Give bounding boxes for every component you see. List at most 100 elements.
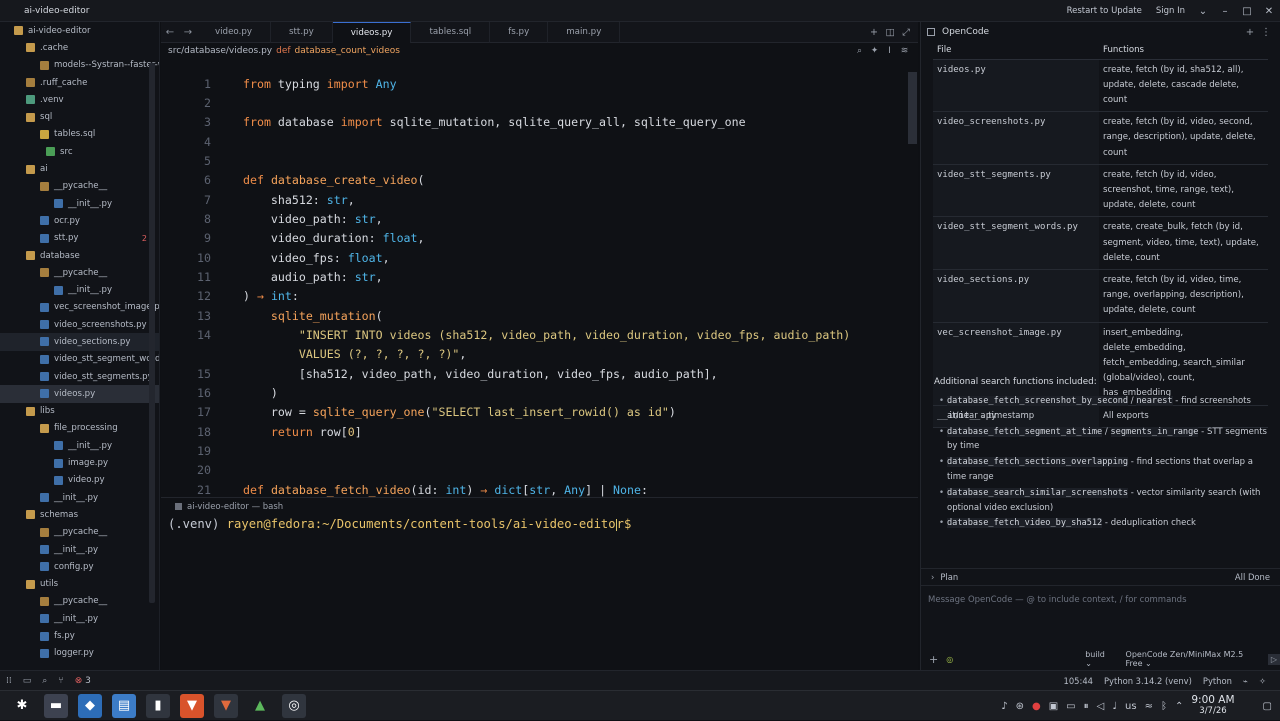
tree-item[interactable]: videos.py [0,385,159,403]
git-branch-icon[interactable]: ⑂ [58,676,63,686]
tree-item[interactable]: .cache [0,39,159,56]
bluetooth-icon[interactable]: ᛒ [1161,701,1167,712]
search-icon[interactable]: ⌕ [852,46,867,56]
zed-editor-icon[interactable]: ◎ [282,693,306,718]
terminal-tab[interactable]: ai-video-editor — bash [161,498,918,515]
send-icon[interactable]: ▷ [1267,653,1280,665]
tree-item[interactable]: __pycache__ [0,593,159,610]
tree-item[interactable]: utils [0,576,159,593]
tree-item[interactable]: fs.py [0,627,159,644]
search-icon[interactable]: ⌕ [42,676,47,686]
show-desktop-icon[interactable]: ▢ [1263,701,1272,712]
sidebar-scrollbar[interactable] [149,63,155,603]
tree-item[interactable]: config.py [0,558,159,575]
minimize-icon[interactable]: – [1214,6,1236,17]
forward-arrow-icon[interactable]: → [179,27,197,38]
app-launcher-icon[interactable]: ✱ [10,694,34,718]
bell-icon[interactable]: ♪ [1001,701,1007,712]
tree-item[interactable]: __init__.py [0,541,159,558]
language-mode[interactable]: Python [1203,676,1232,686]
tree-item[interactable]: stt.py 2 [0,230,159,247]
clock[interactable]: 9:00 AM 3/7/26 [1191,695,1234,717]
tree-item[interactable]: video_screenshots.py [0,316,159,333]
message-input[interactable]: Message OpenCode — @ to include context,… [928,595,1273,605]
tree-item[interactable]: __init__.py [0,489,159,506]
microphone-icon[interactable]: ♩ [1112,701,1117,712]
software-center-icon[interactable]: ◆ [78,693,102,718]
close-icon[interactable]: ✕ [1258,6,1280,17]
battery-icon[interactable]: ▭ [1066,701,1075,712]
layout-icon[interactable]: ⁞⁞ [6,676,12,686]
context-icon[interactable]: ◎ [946,655,953,664]
model-selector[interactable]: OpenCode Zen/MiniMax M2.5 Free ⌄ [1126,650,1259,668]
settings-sliders-icon[interactable]: ≋ [897,46,912,56]
desktop-icon[interactable]: ▬ [44,693,68,718]
terminal-panel[interactable]: ai-video-editor — bash (.venv) rayen@fed… [161,497,918,670]
tab-tables-sql[interactable]: tables.sql [411,21,491,43]
notification-icon[interactable]: ⌁ [1243,676,1248,686]
magic-wand-icon[interactable]: ✦ [867,46,882,56]
editor-scrollbar[interactable] [908,72,917,144]
sparkle-icon[interactable]: ✧ [1259,676,1266,686]
tree-item[interactable]: .ruff_cache [0,74,159,91]
breadcrumb-path[interactable]: src/database/videos.py [168,46,272,56]
tree-item[interactable]: logger.py [0,645,159,662]
plan-row[interactable]: › Plan All Done [921,568,1280,586]
python-environment[interactable]: Python 3.14.2 (venv) [1104,676,1192,686]
tree-item[interactable]: src [0,143,159,160]
tree-item[interactable]: sql [0,108,159,125]
tree-item[interactable]: __pycache__ [0,524,159,541]
maximize-icon[interactable]: □ [1236,6,1258,17]
record-icon[interactable]: ● [1032,701,1041,712]
pause-icon[interactable]: ⏸ [1084,701,1089,712]
tab-video-py[interactable]: video.py [197,21,271,43]
tree-item[interactable]: models--Systran--faster-wh [0,57,159,74]
tree-item[interactable]: __init__.py [0,437,159,454]
restart-to-update-button[interactable]: Restart to Update [1060,6,1149,16]
error-count[interactable]: ⊗ 3 [75,676,102,686]
breadcrumb-function[interactable]: database_count_videos [295,46,400,56]
tree-item[interactable]: ai [0,160,159,177]
tree-item[interactable]: tables.sql [0,126,159,143]
tree-item[interactable]: __pycache__ [0,178,159,195]
tree-item[interactable]: libs [0,403,159,420]
tree-item[interactable]: ocr.py [0,212,159,229]
tree-item[interactable]: database [0,247,159,264]
tree-item[interactable]: __init__.py [0,610,159,627]
tree-item[interactable]: .venv [0,91,159,108]
tree-item[interactable]: ai-video-editor [0,22,159,39]
terminal-app-icon[interactable]: ▮ [146,693,170,718]
cursor-text-icon[interactable]: I [882,46,897,56]
tree-item[interactable]: video_stt_segments.py [0,368,159,385]
sign-in-button[interactable]: Sign In [1149,6,1192,16]
files-icon[interactable]: ▤ [112,693,136,718]
keyboard-layout[interactable]: us [1125,701,1137,712]
tree-item[interactable]: video_sections.py [0,333,159,351]
tree-item[interactable]: __pycache__ [0,264,159,281]
tree-item[interactable]: vec_screenshot_image.py [0,299,159,316]
volume-icon[interactable]: ◁ [1097,701,1105,712]
expand-icon[interactable]: ⤢ [898,27,914,38]
tab-stt-py[interactable]: stt.py [271,21,333,43]
plus-icon[interactable]: + [929,653,938,666]
brave-browser-active-icon[interactable]: ▼ [214,693,238,718]
brave-browser-icon[interactable]: ▼ [180,693,204,718]
build-selector[interactable]: build ⌄ [1085,650,1111,668]
tree-item[interactable]: video.py [0,472,159,489]
clipboard-icon[interactable]: ▣ [1049,701,1058,712]
cursor-position[interactable]: 105:44 [1064,676,1093,686]
tab-main-py[interactable]: main.py [548,21,621,43]
tree-item[interactable]: __init__.py [0,281,159,298]
tree-item[interactable]: file_processing [0,420,159,437]
wifi-icon[interactable]: ≈ [1145,701,1153,712]
more-icon[interactable]: ⋮ [1258,27,1274,38]
tab-fs-py[interactable]: fs.py [490,21,549,43]
tree-item[interactable]: schemas [0,506,159,523]
tree-item[interactable]: video_stt_segment_words.py [0,351,159,368]
plus-icon[interactable]: + [1242,27,1258,38]
tree-item[interactable]: __init__.py [0,195,159,212]
plus-icon[interactable]: + [866,27,882,38]
tab-videos-py[interactable]: videos.py [332,21,412,43]
code-area[interactable]: 1 from typing import Any 2 3 from database… [161,72,918,497]
tray-expand-icon[interactable]: ⌃ [1175,701,1183,712]
